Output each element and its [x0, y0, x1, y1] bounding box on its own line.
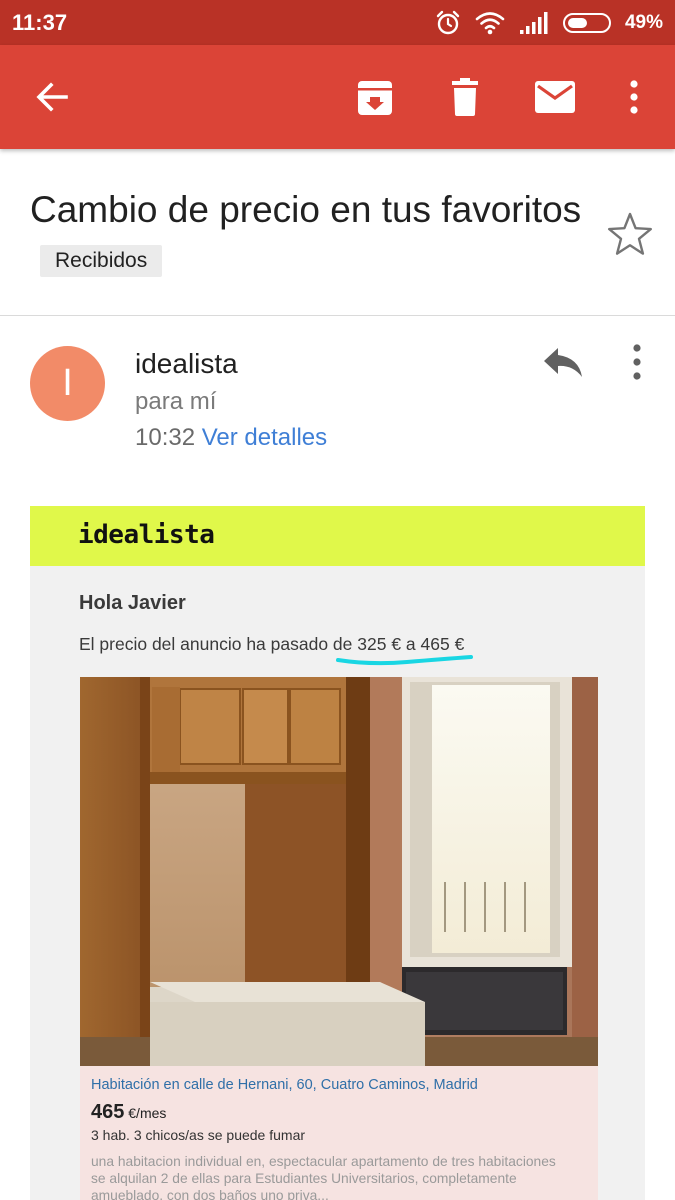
wifi-icon: [475, 12, 505, 35]
price-change-prefix: El precio del anuncio ha pasado de: [79, 634, 358, 654]
received-time: 10:32: [135, 424, 196, 451]
idealista-logo[interactable]: idealista: [78, 520, 215, 550]
more-options-button[interactable]: [608, 71, 660, 123]
avatar: I: [30, 346, 105, 421]
label-chip[interactable]: Recibidos: [40, 245, 163, 277]
listing-card[interactable]: Habitación en calle de Hernani, 60, Cuat…: [80, 1066, 598, 1200]
battery-percent: 49%: [624, 12, 663, 33]
status-icons: 49%: [435, 8, 663, 38]
alarm-icon: [436, 10, 460, 35]
archive-icon: [358, 81, 392, 115]
star-icon[interactable]: [606, 211, 654, 257]
email-subject: Cambio de precio en tus favoritos Recibid…: [30, 184, 590, 286]
mail-icon: [535, 81, 575, 113]
listing-price: 465 €/mes: [91, 1101, 166, 1124]
recipient: para mí: [135, 388, 217, 415]
back-arrow-icon: [36, 82, 68, 112]
header-divider: [0, 315, 675, 316]
price-change-values: 325 € a 465 €: [357, 634, 465, 654]
reply-icon[interactable]: [540, 342, 586, 382]
brand-header: idealista: [30, 506, 645, 566]
delete-icon: [452, 78, 478, 116]
listing-description: una habitacion individual en, espectacul…: [91, 1154, 556, 1200]
listing-title[interactable]: Habitación en calle de Hernani, 60, Cuat…: [91, 1077, 478, 1093]
battery-icon: [562, 13, 611, 33]
archive-button[interactable]: [349, 71, 401, 123]
details-link[interactable]: Ver detalles: [202, 424, 327, 451]
subject-text: Cambio de precio en tus favoritos: [30, 189, 582, 230]
status-bar: 11:37 49%: [0, 0, 675, 45]
price-change-text: El precio del anuncio ha pasado de 325 €…: [79, 634, 464, 655]
sender-name: idealista: [135, 348, 238, 379]
email-body: idealista Hola Javier El precio del anun…: [30, 506, 645, 1200]
signal-icon: [519, 12, 548, 34]
greeting: Hola Javier: [79, 592, 186, 614]
listing-price-unit: €/mes: [128, 1105, 167, 1121]
back-button[interactable]: [26, 71, 78, 123]
listing-features: 3 hab. 3 chicos/as se puede fumar: [91, 1127, 306, 1143]
listing-photo[interactable]: [80, 677, 598, 1066]
message-more-icon[interactable]: [624, 342, 650, 382]
delete-button[interactable]: [439, 71, 491, 123]
highlight-underline: [336, 655, 473, 666]
more-vert-icon: [630, 80, 638, 114]
mark-unread-button[interactable]: [529, 71, 581, 123]
status-time: 11:37: [12, 10, 68, 35]
listing-price-amount: 465: [91, 1101, 125, 1123]
time-row: 10:32 Ver detalles: [135, 424, 327, 452]
app-bar: [0, 45, 675, 149]
